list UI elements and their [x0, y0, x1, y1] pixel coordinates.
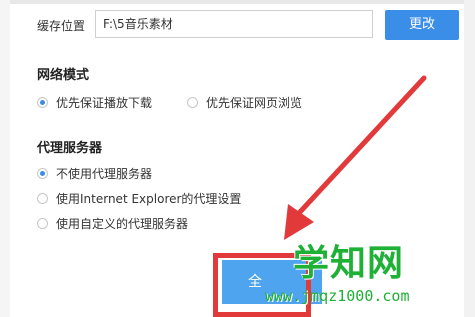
- top-divider: [0, 0, 475, 4]
- left-edge: [0, 0, 10, 317]
- watermark-brand: 学知网: [293, 243, 405, 284]
- cache-location-label: 缓存位置: [37, 19, 86, 33]
- radio-proxy-custom[interactable]: 使用自定义的代理服务器: [37, 215, 188, 231]
- radio-unselected-icon[interactable]: [37, 217, 48, 229]
- proxy-server-title: 代理服务器: [37, 141, 103, 156]
- watermark: 学知网 www.jmqz1000.com: [265, 234, 475, 317]
- change-path-button[interactable]: 更改: [385, 10, 459, 40]
- radio-network-playback[interactable]: 优先保证播放下载: [37, 94, 152, 110]
- radio-label: 优先保证网页浏览: [206, 95, 303, 110]
- settings-panel: 缓存位置 F:\5音乐素材 更改 网络模式 优先保证播放下载 优先保证网页浏览 …: [0, 0, 475, 317]
- radio-unselected-icon[interactable]: [37, 192, 48, 204]
- radio-label: 不使用代理服务器: [56, 166, 153, 181]
- radio-proxy-none[interactable]: 不使用代理服务器: [37, 165, 152, 181]
- network-mode-title: 网络模式: [37, 68, 90, 83]
- radio-selected-icon[interactable]: [37, 167, 48, 179]
- radio-label: 优先保证播放下载: [56, 95, 153, 110]
- radio-unselected-icon[interactable]: [187, 96, 198, 108]
- cache-path-field[interactable]: F:\5音乐素材: [95, 10, 373, 38]
- radio-proxy-ie[interactable]: 使用Internet Explorer的代理设置: [37, 190, 241, 206]
- radio-selected-icon[interactable]: [37, 96, 48, 108]
- radio-label: 使用Internet Explorer的代理设置: [56, 191, 242, 206]
- radio-network-browsing[interactable]: 优先保证网页浏览: [187, 94, 302, 110]
- watermark-url: www.jmqz1000.com: [265, 287, 410, 305]
- radio-label: 使用自定义的代理服务器: [56, 216, 189, 231]
